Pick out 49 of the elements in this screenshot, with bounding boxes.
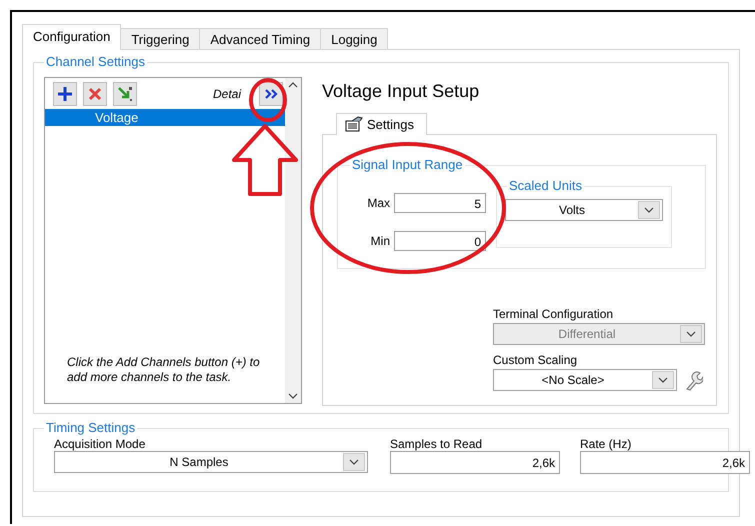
rate-field[interactable]: 2,6k <box>580 451 750 474</box>
dropdown-button[interactable] <box>343 453 365 471</box>
group-title: Channel Settings <box>44 54 148 69</box>
settings-tab[interactable]: Settings <box>336 113 427 135</box>
caret-icon <box>644 207 654 213</box>
plus-icon <box>57 86 73 102</box>
add-channel-button[interactable] <box>53 82 77 106</box>
annotation-arrow <box>232 124 298 196</box>
units-dropdown[interactable]: Volts <box>505 199 663 221</box>
tab[interactable]: Advanced Timing <box>199 28 322 50</box>
caret-icon <box>349 459 359 465</box>
channel-list[interactable]: Detai Voltage Click the Add Channels button (+) to add more channels to the task. <box>44 77 302 404</box>
details-label: Detai <box>212 87 241 101</box>
arrow-icon <box>117 86 133 102</box>
group-title: Scaled Units <box>507 178 584 193</box>
tab[interactable]: Logging <box>320 28 388 50</box>
caret-icon <box>658 377 668 383</box>
scroll-up-icon <box>288 82 298 88</box>
field-label: Rate (Hz) <box>580 437 632 451</box>
field-label: Terminal Configuration <box>493 307 614 321</box>
samples-field[interactable]: 2,6k <box>390 451 560 474</box>
chevron-right-icon <box>264 88 278 100</box>
dropdown-button[interactable] <box>652 371 674 389</box>
caret-icon <box>288 393 298 399</box>
max-field[interactable]: 5 <box>394 193 486 213</box>
remove-channel-button[interactable] <box>83 82 107 106</box>
hint-text: Click the Add Channels button (+) to add more channels to the task. <box>67 355 261 385</box>
max-label: Max <box>366 196 390 210</box>
field-label: Acquisition Mode <box>54 437 146 451</box>
setup-title: Voltage Input Setup <box>322 81 480 102</box>
min-field[interactable]: 0 <box>394 231 486 251</box>
scaling-dropdown[interactable]: <No Scale> <box>493 369 677 391</box>
acquisition-dropdown[interactable]: N Samples <box>54 451 368 473</box>
caret-icon <box>686 331 696 337</box>
scrollbar[interactable] <box>285 78 301 403</box>
tab[interactable]: Triggering <box>120 28 200 50</box>
wrench-icon[interactable] <box>683 369 703 391</box>
field-label: Custom Scaling <box>493 353 578 367</box>
group-title: Timing Settings <box>44 420 138 435</box>
field-label: Samples to Read <box>390 437 484 451</box>
min-label: Min <box>370 234 390 248</box>
group-title: Signal Input Range <box>350 157 465 172</box>
tab[interactable]: Configuration <box>22 24 122 50</box>
settings-icon <box>345 116 363 132</box>
close-icon <box>88 87 102 101</box>
dropdown-button[interactable] <box>638 201 660 219</box>
channel-item[interactable]: Voltage <box>45 109 285 126</box>
edit-channel-button[interactable] <box>113 82 137 106</box>
annotation-circle <box>249 78 287 122</box>
